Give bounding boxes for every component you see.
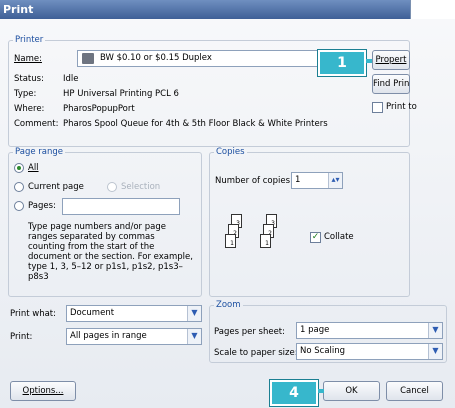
pages-input[interactable] [62, 198, 180, 215]
status-label: Status: [14, 74, 44, 84]
pages-per-sheet-label: Pages per sheet: [214, 327, 286, 337]
callout-1-pointer [366, 59, 372, 63]
cancel-button[interactable]: Cancel [386, 381, 443, 401]
printer-name-value: BW $0.10 or $0.15 Duplex [100, 53, 212, 63]
chevron-down-icon[interactable]: ▼ [187, 329, 201, 344]
properties-button[interactable]: Propert [372, 50, 410, 70]
current-page-radio[interactable] [14, 182, 24, 192]
page-range-help-text: Type page numbers and/or page ranges sep… [28, 222, 193, 282]
type-label: Type: [14, 89, 37, 99]
pages-label: Pages: [28, 201, 56, 211]
zoom-legend: Zoom [216, 300, 241, 310]
find-printer-button[interactable]: Find Print [372, 74, 410, 94]
comment-value: Pharos Spool Queue for 4th & 5th Floor B… [63, 119, 328, 129]
pages-per-sheet-value: 1 page [300, 325, 330, 335]
print-dropdown[interactable]: All pages in range ▼ [66, 328, 202, 345]
print-label: Print: [10, 332, 33, 342]
scale-to-paper-value: No Scaling [300, 346, 346, 356]
copies-value: 1 [295, 175, 301, 185]
where-label: Where: [14, 104, 45, 114]
collate-checkbox[interactable]: ✓ [310, 232, 321, 243]
type-value: HP Universal Printing PCL 6 [63, 89, 179, 99]
print-what-label: Print what: [10, 309, 56, 319]
print-dialog: Printer Name: BW $0.10 or $0.15 Duplex S… [0, 19, 455, 408]
copies-spinner[interactable]: 1 ▴▾ [291, 172, 343, 189]
options-button[interactable]: Options... [10, 381, 76, 401]
page-range-legend: Page range [15, 147, 63, 157]
callout-marker-1: 1 [318, 50, 366, 76]
copies-legend: Copies [216, 147, 245, 157]
callout-marker-4: 4 [270, 380, 318, 406]
chevron-down-icon[interactable]: ▼ [187, 306, 201, 321]
spinner-arrows-icon[interactable]: ▴▾ [328, 173, 342, 188]
collate-illustration: 3 2 1 3 2 1 [225, 214, 295, 259]
status-value: Idle [63, 74, 79, 84]
print-to-file-checkbox[interactable] [372, 102, 383, 113]
current-page-label: Current page [28, 182, 84, 192]
number-of-copies-label: Number of copies: [215, 176, 293, 186]
callout-4-pointer [318, 389, 324, 393]
scale-to-paper-label: Scale to paper size: [214, 348, 298, 358]
print-to-file-label: Print to [386, 102, 417, 112]
print-value: All pages in range [70, 331, 147, 341]
chevron-down-icon[interactable]: ▼ [428, 323, 442, 338]
printer-icon [82, 53, 94, 64]
all-pages-label: All [28, 163, 39, 173]
dialog-title: Print [0, 0, 410, 19]
where-value: PharosPopupPort [63, 104, 135, 114]
all-pages-radio[interactable] [14, 163, 24, 173]
print-what-dropdown[interactable]: Document ▼ [66, 305, 202, 322]
chevron-down-icon[interactable]: ▼ [428, 344, 442, 359]
scale-to-paper-dropdown[interactable]: No Scaling ▼ [296, 343, 443, 360]
ok-button[interactable]: OK [323, 381, 380, 401]
pages-radio[interactable] [14, 201, 24, 211]
name-label: Name: [14, 54, 42, 64]
selection-label: Selection [121, 182, 161, 192]
printer-legend: Printer [15, 35, 44, 45]
selection-radio[interactable] [107, 182, 117, 192]
collate-label: Collate [324, 232, 354, 242]
comment-label: Comment: [14, 119, 59, 129]
pages-per-sheet-dropdown[interactable]: 1 page ▼ [296, 322, 443, 339]
print-what-value: Document [70, 308, 115, 318]
